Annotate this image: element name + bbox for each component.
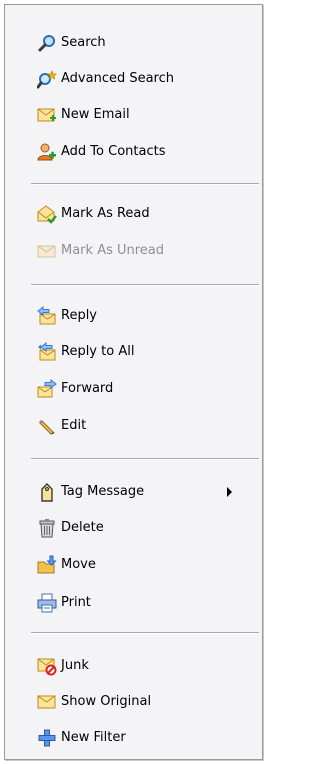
menu-item-label: Show Original: [61, 694, 152, 709]
menu-item-new-filter[interactable]: New Filter: [37, 725, 247, 751]
advanced-search-icon: [37, 69, 57, 89]
menu-item-delete[interactable]: Delete: [37, 515, 247, 541]
menu-item-label: Search: [61, 35, 106, 50]
menu-item-label: Junk: [61, 658, 89, 673]
move-folder-icon: [37, 555, 57, 575]
menu-item-junk[interactable]: Junk: [37, 653, 247, 679]
trash-icon: [37, 518, 57, 538]
menu-item-label: Reply: [61, 308, 98, 323]
menu-item-label: Edit: [61, 418, 87, 433]
menu-item-label: Print: [61, 595, 91, 610]
reply-icon: [37, 306, 57, 326]
menu-item-label: Move: [61, 557, 96, 572]
menu-separator: [31, 183, 259, 185]
tag-icon: [37, 482, 57, 502]
submenu-arrow-icon: [227, 487, 232, 497]
menu-item-label: Mark As Unread: [61, 243, 165, 258]
menu-item-label: Advanced Search: [61, 71, 175, 86]
menu-item-label: Tag Message: [61, 484, 145, 499]
reply-all-icon: [37, 342, 57, 362]
menu-item-new-email[interactable]: New Email: [37, 102, 247, 128]
menu-separator: [31, 284, 259, 286]
new-email-icon: [37, 105, 57, 125]
menu-item-mark-as-unread[interactable]: Mark As Unread: [37, 238, 247, 264]
pencil-icon: [37, 416, 57, 436]
menu-item-label: Forward: [61, 381, 114, 396]
mark-unread-icon: [37, 241, 57, 261]
menu-item-add-to-contacts[interactable]: Add To Contacts: [37, 139, 247, 165]
menu-item-label: Mark As Read: [61, 206, 150, 221]
menu-separator: [31, 458, 259, 460]
menu-item-reply-to-all[interactable]: Reply to All: [37, 339, 247, 365]
menu-item-reply[interactable]: Reply: [37, 303, 247, 329]
menu-item-label: Delete: [61, 520, 104, 535]
junk-icon: [37, 656, 57, 676]
menu-item-mark-as-read[interactable]: Mark As Read: [37, 201, 247, 227]
mark-read-icon: [37, 204, 57, 224]
menu-item-label: New Email: [61, 107, 130, 122]
menu-item-move[interactable]: Move: [37, 552, 247, 578]
printer-icon: [37, 593, 57, 613]
menu-item-tag-message[interactable]: Tag Message: [37, 479, 247, 505]
forward-icon: [37, 379, 57, 399]
menu-item-label: Reply to All: [61, 344, 135, 359]
menu-item-label: Add To Contacts: [61, 144, 166, 159]
add-contact-icon: [37, 142, 57, 162]
menu-item-advanced-search[interactable]: Advanced Search: [37, 66, 247, 92]
menu-item-print[interactable]: Print: [37, 590, 247, 616]
add-filter-icon: [37, 728, 57, 748]
menu-separator: [31, 632, 259, 634]
context-menu: Search Advanced Search New Email Add To …: [4, 4, 263, 760]
menu-item-search[interactable]: Search: [37, 30, 247, 56]
menu-item-forward[interactable]: Forward: [37, 376, 247, 402]
envelope-icon: [37, 692, 57, 712]
menu-item-edit[interactable]: Edit: [37, 413, 247, 439]
menu-item-show-original[interactable]: Show Original: [37, 689, 247, 715]
menu-item-label: New Filter: [61, 730, 126, 745]
search-icon: [37, 33, 57, 53]
